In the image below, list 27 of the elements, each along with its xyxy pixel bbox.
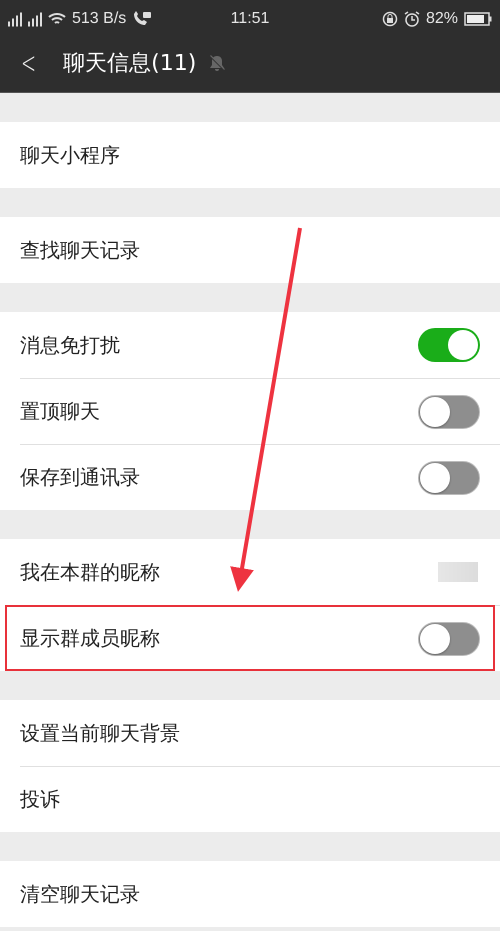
toggle-switch[interactable]: [418, 460, 480, 494]
signal-icon: [8, 12, 22, 26]
blurred-value: [438, 562, 478, 582]
setting-label: 显示群成员昵称: [20, 625, 161, 652]
phone-icon: [132, 11, 152, 27]
setting-label: 置顶聊天: [20, 398, 101, 425]
rotation-lock-icon: [382, 11, 398, 27]
toggle-switch[interactable]: [418, 328, 480, 362]
setting-label: 保存到通讯录: [20, 464, 141, 491]
setting-label: 我在本群的昵称: [20, 558, 161, 586]
alarm-icon: [404, 11, 420, 27]
clock-time: 11:51: [230, 10, 270, 28]
setting-label: 消息免打扰: [20, 332, 121, 358]
battery-icon: [464, 12, 492, 26]
network-speed: 513 B/s: [72, 10, 126, 28]
wifi-icon: [48, 12, 66, 26]
window-title: 聊天信息(11): [63, 50, 196, 78]
signal-icon: [28, 12, 42, 26]
toggle-switch[interactable]: [418, 394, 480, 428]
setting-label: 投诉: [20, 786, 61, 813]
setting-label: 查找聊天记录: [20, 236, 141, 264]
back-button[interactable]: <: [21, 46, 36, 80]
toggle-switch[interactable]: [418, 622, 480, 656]
setting-label: 清空聊天记录: [20, 880, 141, 908]
battery-percent: 82%: [426, 10, 458, 28]
setting-label: 设置当前聊天背景: [20, 720, 181, 746]
setting-label: 聊天小程序: [20, 142, 121, 168]
